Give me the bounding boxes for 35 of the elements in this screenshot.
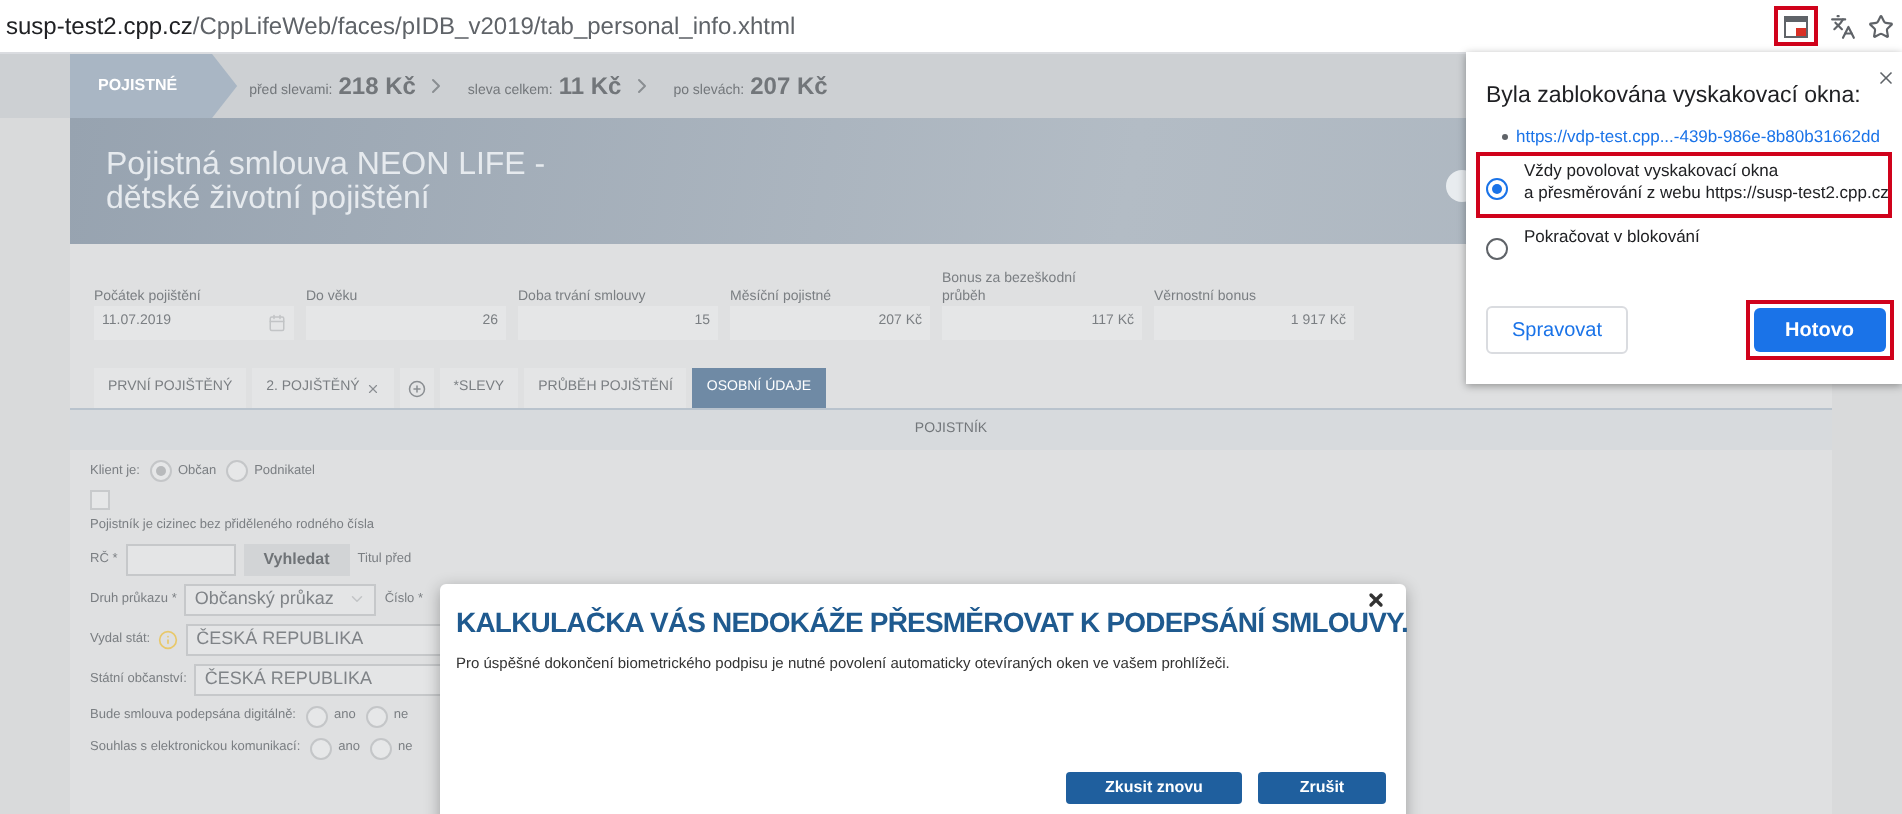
close-icon[interactable] (1876, 68, 1896, 88)
modal-button[interactable]: Zrušit (1258, 772, 1386, 804)
url-text[interactable]: susp-test2.cpp.cz/CppLifeWeb/faces/pIDB_v2019/tab_personal_info.xhtml (6, 8, 796, 44)
blocked-popup-link[interactable]: https://vdp-test.cpp...-439b-986e-8b80b31662dd (1516, 124, 1880, 150)
popup-option[interactable]: Pokračovat v blokování (1480, 222, 1700, 280)
close-icon[interactable] (1366, 590, 1386, 610)
close-tab-icon[interactable] (365, 381, 380, 395)
option-text: Vždy povolovat vyskakovací okna a přesměrování z webu https://susp-test2.cpp.cz (1524, 160, 1889, 204)
bullet-icon (1502, 134, 1508, 141)
bookmark-star-icon[interactable] (1868, 13, 1894, 39)
option-text: Pokračovat v blokování (1524, 226, 1700, 248)
id-type-select[interactable]: Občanský průkaz (184, 583, 377, 616)
translate-icon[interactable] (1830, 13, 1856, 39)
radio-button[interactable] (370, 737, 392, 760)
radio-button[interactable] (226, 460, 249, 482)
radio-button[interactable] (1486, 238, 1508, 260)
add-tab-button[interactable] (399, 368, 434, 408)
rc-field[interactable] (125, 543, 236, 576)
checkbox[interactable] (90, 490, 110, 510)
search-button[interactable]: Vyhledat (243, 543, 350, 576)
radio-button[interactable] (365, 705, 388, 728)
popup-option[interactable]: Vždy povolovat vyskakovací okna a přesměrování z webu https://susp-test2.cpp.cz (1480, 156, 1889, 214)
radio-button[interactable] (1486, 178, 1508, 200)
info-icon[interactable] (158, 629, 179, 650)
banner-title: Pojistná smlouva NEON LIFE - dětské životní pojištění (106, 147, 548, 215)
radio-button[interactable] (310, 737, 333, 760)
radio-button[interactable] (306, 705, 328, 728)
manage-button[interactable]: Spravovat (1486, 306, 1629, 354)
add-icon (407, 379, 426, 397)
modal-button[interactable]: Zkusit znovu (1066, 772, 1242, 804)
done-button[interactable]: Hotovo (1753, 308, 1886, 352)
radio-button[interactable] (149, 460, 172, 482)
popup-blocked-icon[interactable] (1774, 6, 1818, 46)
dialog-title: Byla zablokována vyskakovací okna: (1486, 82, 1861, 112)
calendar-icon[interactable] (268, 314, 286, 332)
